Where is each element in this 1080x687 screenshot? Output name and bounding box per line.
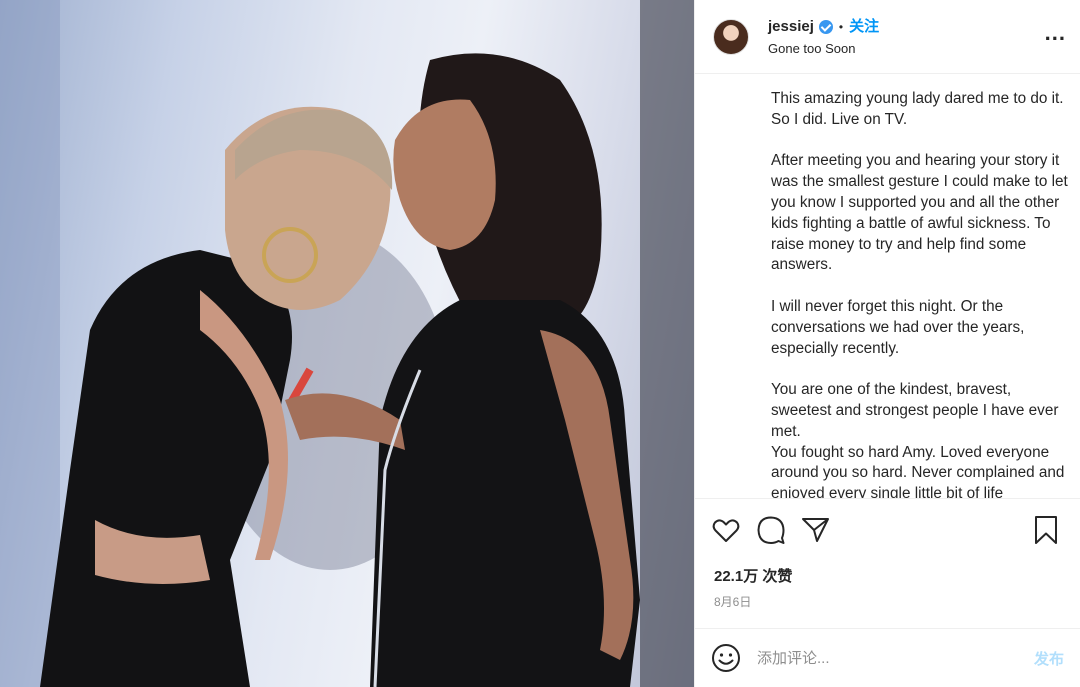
caption-scroll-area[interactable]: This amazing young lady dared me to do i… [695,74,1080,498]
instagram-post: jessiej • 关注 Gone too Soon ... This amaz… [0,0,1080,687]
comment-bar: 发布 [695,628,1080,687]
heart-icon[interactable] [711,515,741,545]
username-link[interactable]: jessiej [768,18,814,36]
likes-count[interactable]: 22.1万 次赞 [714,565,792,586]
separator-dot: • [838,19,844,34]
left-shade [0,0,60,687]
photo-illustration [0,0,694,687]
left-person-body [40,250,292,687]
right-shade [640,0,694,687]
avatar[interactable] [713,18,749,55]
more-options-button[interactable]: ... [1045,21,1066,46]
emoji-icon[interactable] [711,643,741,673]
verified-badge-icon [818,19,833,34]
post-date[interactable]: 8月6日 [714,593,751,610]
action-bar [711,515,1065,545]
actions-section: 22.1万 次赞 8月6日 [695,498,1080,628]
post-photo[interactable] [0,0,694,687]
comment-icon[interactable] [756,515,786,545]
comment-input[interactable] [757,649,1034,667]
caption-text: This amazing young lady dared me to do i… [771,90,1068,498]
bookmark-icon[interactable] [1031,515,1061,545]
follow-button[interactable]: 关注 [849,18,879,36]
post-header: jessiej • 关注 Gone too Soon ... [695,0,1080,74]
location-link[interactable]: Gone too Soon [768,41,1045,56]
post-comment-button[interactable]: 发布 [1034,648,1064,669]
share-icon[interactable] [800,515,830,545]
header-text: jessiej • 关注 Gone too Soon [768,18,1045,56]
right-person-face [393,99,496,250]
post-sidebar: jessiej • 关注 Gone too Soon ... This amaz… [694,0,1080,687]
name-row: jessiej • 关注 [768,18,1045,36]
